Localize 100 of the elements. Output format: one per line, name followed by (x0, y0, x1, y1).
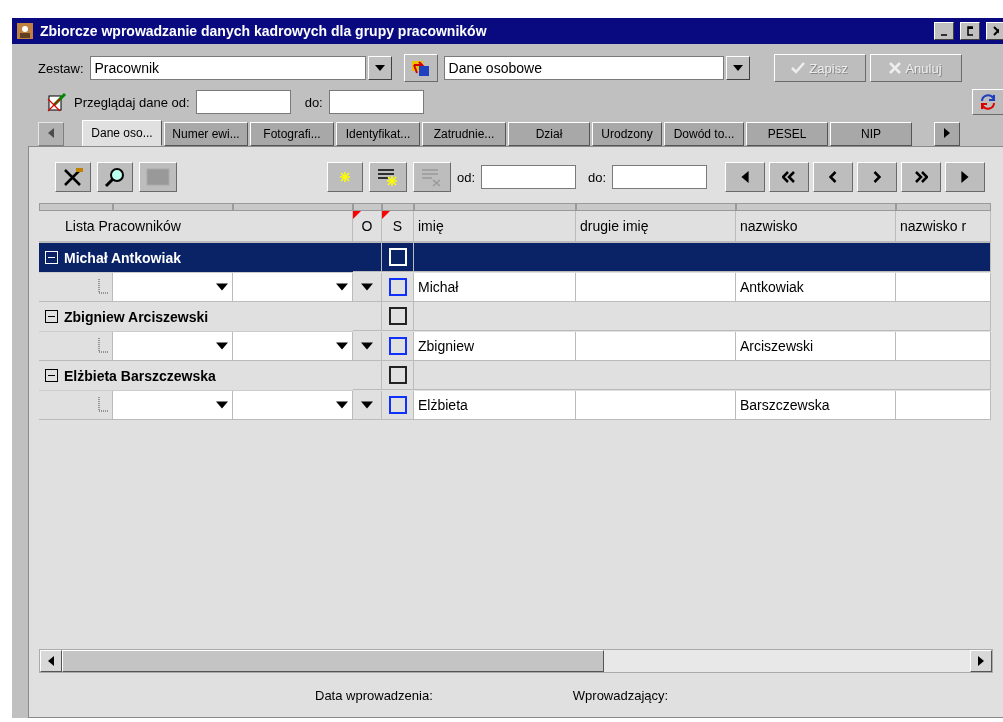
caret-down-icon (336, 281, 348, 293)
refresh-button[interactable] (972, 89, 1003, 115)
table-cell[interactable]: Zbigniew (414, 332, 576, 361)
minimize-button[interactable] (934, 22, 954, 40)
close-button[interactable] (986, 22, 1003, 40)
column-resize-handle[interactable] (39, 203, 113, 211)
tab[interactable]: Numer ewi... (164, 122, 248, 146)
tab[interactable]: Urodzony (592, 122, 662, 146)
table-cell[interactable] (576, 391, 736, 420)
column-resize-handle[interactable] (896, 203, 991, 211)
tree-connector-drawing (98, 279, 108, 295)
to-label: do: (588, 169, 607, 185)
switch-button[interactable] (403, 54, 438, 82)
caret-left-icon (46, 128, 56, 138)
dropdown-cell[interactable] (113, 332, 233, 361)
checkbox[interactable] (388, 337, 407, 355)
entry-date-label: Data wprowadzenia: (315, 687, 433, 703)
collapse-icon[interactable] (45, 309, 61, 324)
dropdown-cell[interactable] (233, 391, 353, 420)
first-button[interactable] (725, 162, 766, 192)
set-dropdown-button[interactable] (367, 56, 392, 80)
table-cell[interactable] (576, 273, 736, 302)
collapse-icon[interactable] (45, 368, 61, 383)
table-cell[interactable] (896, 273, 991, 302)
checkbox[interactable] (388, 366, 407, 384)
dropdown-cell[interactable] (353, 391, 382, 420)
table-cell[interactable]: Elżbieta (414, 391, 576, 420)
caret-right-icon (976, 656, 986, 666)
checkbox[interactable] (388, 278, 407, 296)
lines-sparkle-icon (376, 166, 400, 188)
employee-name: Elżbieta Barszczewska (64, 367, 216, 384)
scroll-left-button[interactable] (40, 650, 62, 672)
horizontal-scrollbar[interactable] (39, 649, 993, 673)
new-button[interactable] (327, 162, 363, 192)
browse-from-field[interactable] (195, 90, 291, 114)
employee-name: Michał Antkowiak (64, 249, 181, 266)
back-fast-button[interactable] (769, 162, 810, 192)
column-resize-handle[interactable] (576, 203, 736, 211)
table-cell[interactable] (576, 332, 736, 361)
cross-icon (889, 62, 902, 74)
view-field[interactable]: Dane osobowe (443, 56, 724, 80)
checkbox[interactable] (388, 396, 407, 414)
caret-left-icon (739, 171, 752, 183)
dropdown-cell[interactable] (233, 332, 353, 361)
column-resize-handle[interactable] (353, 203, 382, 211)
column-resize-handle[interactable] (113, 203, 233, 211)
employee-group-row[interactable]: Michał Antkowiak (39, 243, 353, 273)
view-dropdown-button[interactable] (725, 56, 750, 80)
dropdown-cell[interactable] (113, 273, 233, 302)
browse-to-field[interactable] (328, 90, 424, 114)
set-field[interactable]: Pracownik (89, 56, 366, 80)
tab[interactable]: Dowód to... (664, 122, 744, 146)
search-button[interactable] (97, 162, 133, 192)
window-title: Zbiorcze wprowadzanie danych kadrowych dla grupy pracowników (40, 23, 488, 39)
tab[interactable]: Fotografi... (250, 122, 334, 146)
caret-down-icon (216, 340, 228, 352)
tab[interactable]: Zatrudnie... (422, 122, 506, 146)
to-field[interactable] (612, 165, 708, 189)
tab-scroll-right-button[interactable] (934, 122, 960, 146)
scroll-right-button[interactable] (970, 650, 992, 672)
caret-down-icon (374, 63, 385, 73)
table-cell[interactable]: Antkowiak (736, 273, 896, 302)
column-resize-handle[interactable] (382, 203, 414, 211)
caret-right-icon (942, 128, 952, 138)
close-icon (993, 26, 999, 36)
collapse-icon[interactable] (45, 250, 61, 265)
table-cell[interactable]: Arciszewski (736, 332, 896, 361)
tab[interactable]: PESEL (746, 122, 828, 146)
pencil-note-icon (46, 91, 68, 113)
forward-fast-button[interactable] (901, 162, 942, 192)
dropdown-cell[interactable] (353, 332, 382, 361)
tab-scroll-left-button[interactable] (38, 122, 64, 146)
browse-from-label: Przeglądaj dane od: (74, 94, 190, 110)
table-cell[interactable] (896, 391, 991, 420)
dropdown-cell[interactable] (233, 273, 353, 302)
table-cell[interactable]: Michał (414, 273, 576, 302)
table-cell[interactable]: Barszczewska (736, 391, 896, 420)
checkbox[interactable] (388, 307, 407, 325)
tab[interactable]: Dane oso... (82, 120, 162, 146)
tab[interactable]: Dział (508, 122, 590, 146)
tab[interactable]: Identyfikat... (336, 122, 420, 146)
entered-by-label: Wprowadzający: (572, 687, 669, 703)
maximize-button[interactable] (960, 22, 980, 40)
search-icon (104, 166, 126, 188)
column-resize-handle[interactable] (414, 203, 576, 211)
column-resize-handle[interactable] (233, 203, 353, 211)
last-button[interactable] (945, 162, 986, 192)
dropdown-cell[interactable] (113, 391, 233, 420)
scroll-thumb[interactable] (62, 650, 604, 672)
next-button[interactable] (857, 162, 898, 192)
new-row-button[interactable] (369, 162, 407, 192)
tools-button[interactable] (55, 162, 91, 192)
from-field[interactable] (481, 165, 577, 189)
dropdown-cell[interactable] (353, 273, 382, 302)
previous-button[interactable] (813, 162, 854, 192)
caret-down-icon (216, 399, 228, 411)
refresh-icon (979, 93, 997, 111)
column-resize-handle[interactable] (736, 203, 896, 211)
tab[interactable]: NIP (830, 122, 912, 146)
table-cell[interactable] (896, 332, 991, 361)
